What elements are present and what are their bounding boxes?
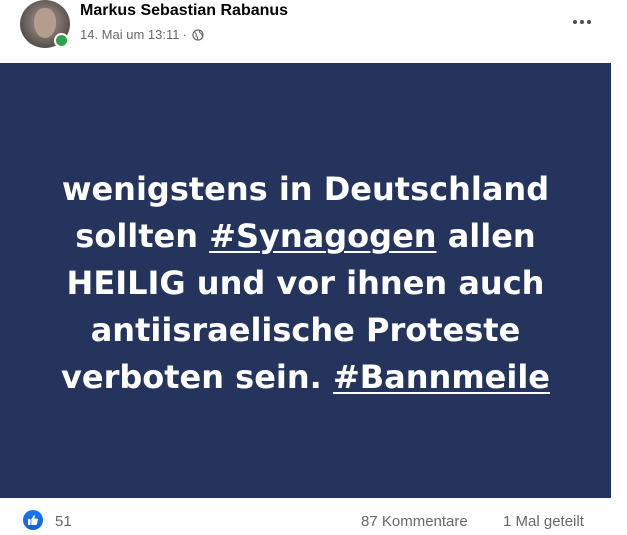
- post-meta: 14. Mai um 13:11 ·: [80, 27, 204, 42]
- thumbs-up-icon: [28, 515, 38, 525]
- post-text-image[interactable]: wenigstens in Deutschland sollten #Synag…: [0, 63, 611, 498]
- facebook-post: Markus Sebastian Rabanus 14. Mai um 13:1…: [0, 0, 627, 535]
- post-date[interactable]: 14. Mai um 13:11: [80, 27, 179, 42]
- share-count[interactable]: 1 Mal geteilt: [503, 513, 584, 530]
- hashtag-bannmeile[interactable]: #Bannmeile: [333, 358, 550, 396]
- text-line-2-post: allen: [436, 217, 536, 255]
- text-line-4: antiisraelische Proteste: [90, 311, 521, 349]
- text-line-2: sollten #Synagogen allen: [26, 213, 586, 260]
- post-header: Markus Sebastian Rabanus 14. Mai um 13:1…: [0, 0, 627, 62]
- like-icon[interactable]: [23, 510, 43, 530]
- text-line-3: HEILIG und vor ihnen auch: [66, 264, 545, 302]
- meta-separator: ·: [182, 27, 187, 42]
- text-line-1: wenigstens in Deutschland: [61, 170, 550, 208]
- hashtag-synagogen[interactable]: #Synagogen: [209, 217, 436, 255]
- post-image-text: wenigstens in Deutschland sollten #Synag…: [26, 166, 586, 401]
- text-line-5: verboten sein. #Bannmeile: [26, 354, 586, 401]
- avatar-face: [34, 8, 56, 38]
- globe-icon[interactable]: [192, 28, 204, 41]
- comment-count[interactable]: 87 Kommentare: [361, 513, 468, 530]
- reaction-count[interactable]: 51: [55, 513, 72, 530]
- more-options-dot: [587, 20, 591, 24]
- reactions-bar: 51 87 Kommentare 1 Mal geteilt: [0, 506, 627, 535]
- author-name[interactable]: Markus Sebastian Rabanus: [80, 2, 288, 20]
- more-options-dot: [573, 20, 577, 24]
- online-status-dot: [54, 33, 69, 48]
- more-options-button[interactable]: [566, 8, 598, 36]
- text-line-5-pre: verboten sein.: [61, 358, 333, 396]
- text-line-2-pre: sollten: [75, 217, 210, 255]
- more-options-dot: [580, 20, 584, 24]
